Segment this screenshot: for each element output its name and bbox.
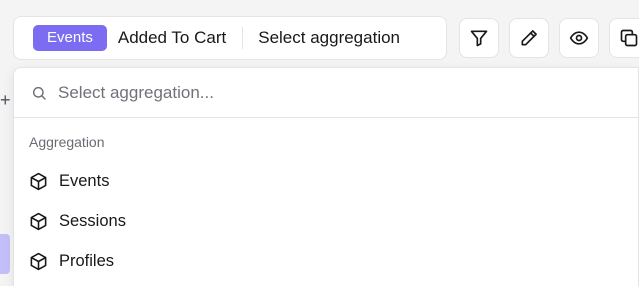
pencil-icon — [521, 30, 537, 46]
cube-icon — [30, 252, 47, 270]
copy-icon — [620, 29, 638, 47]
edit-button[interactable] — [509, 18, 549, 58]
group-label: Aggregation — [29, 134, 105, 150]
background-highlight — [0, 234, 10, 274]
background-plus-icon: + — [0, 90, 10, 110]
option-sessions[interactable]: Sessions — [14, 201, 638, 241]
cube-icon — [30, 212, 47, 230]
option-label: Sessions — [59, 211, 126, 230]
copy-button[interactable] — [609, 18, 639, 58]
filter-button[interactable] — [459, 18, 499, 58]
events-badge[interactable]: Events — [33, 25, 107, 51]
aggregation-select[interactable]: Select aggregation — [258, 28, 400, 48]
aggregation-dropdown: Aggregation Events Sessions Profiles — [13, 67, 639, 286]
event-name[interactable]: Added To Cart — [118, 28, 226, 48]
search-input[interactable] — [58, 82, 558, 103]
page: + Events Added To Cart Select aggregatio… — [0, 0, 639, 286]
view-button[interactable] — [559, 18, 599, 58]
cube-icon — [30, 172, 47, 190]
option-events[interactable]: Events — [14, 161, 638, 201]
option-label: Profiles — [59, 251, 115, 270]
search-icon — [32, 86, 46, 100]
divider — [242, 27, 244, 49]
filter-icon — [470, 30, 488, 47]
search-row — [14, 68, 638, 118]
option-label: Events — [59, 171, 110, 190]
option-profiles[interactable]: Profiles — [14, 241, 638, 281]
eye-icon — [569, 31, 589, 45]
event-selector-group: Events Added To Cart Select aggregation — [13, 16, 447, 60]
